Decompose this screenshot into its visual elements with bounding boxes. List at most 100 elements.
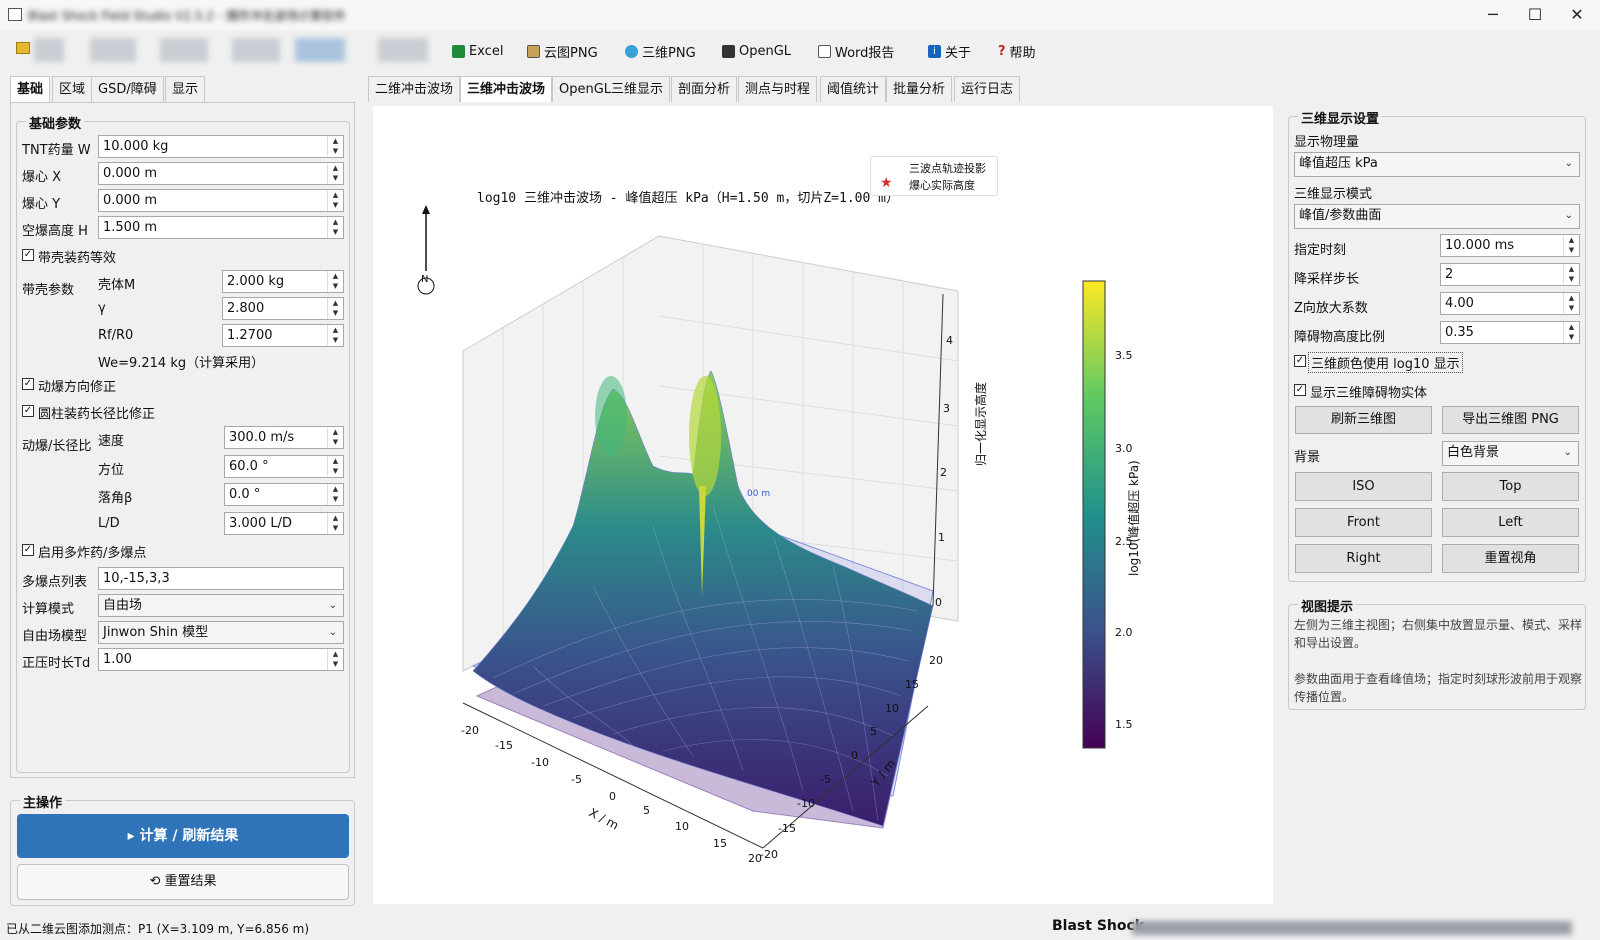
obstacle-ratio-label: 障碍物高度比例 <box>1294 330 1386 345</box>
spin-arrows-icon[interactable]: ▲ ▼ <box>327 325 343 346</box>
quantity-select[interactable]: 峰值超压 kPa ⌄ <box>1294 152 1580 177</box>
spin-arrows-icon[interactable]: ▲ ▼ <box>1563 264 1579 285</box>
tab-probe[interactable]: 测点与时程 <box>738 76 818 102</box>
spin-arrows-icon[interactable]: ▲ ▼ <box>327 649 343 670</box>
multi-list-input[interactable]: 10,-15,3,3 <box>98 567 344 590</box>
view-left-button[interactable]: Left <box>1442 508 1579 537</box>
tab-3d-field[interactable]: 三维冲击波场 <box>460 76 553 102</box>
refresh-3d-button[interactable]: 刷新三维图 <box>1295 406 1432 434</box>
tab-log[interactable]: 运行日志 <box>954 76 1021 102</box>
toolbar-blurred-item[interactable] <box>90 38 136 62</box>
tab-display[interactable]: 显示 <box>165 76 206 102</box>
azimuth-input[interactable]: 60.0 ° ▲ ▼ <box>224 455 344 478</box>
obstacle-ratio-input[interactable]: 0.35 ▲ ▼ <box>1440 321 1580 344</box>
cloud-png-button[interactable]: 云图PNG <box>527 40 598 62</box>
spin-arrows-icon[interactable]: ▲ ▼ <box>327 190 343 211</box>
plot-canvas[interactable]: log10 三维冲击波场 - 峰值超压 kPa（H=1.50 m，切片Z=1.0… <box>373 106 1273 904</box>
folder-icon[interactable] <box>16 42 30 54</box>
toolbar-blurred-item[interactable] <box>378 38 428 62</box>
mode-select[interactable]: 峰值/参数曲面 ⌄ <box>1294 204 1580 229</box>
status-bar: 已从二维云图添加测点：P1 (X=3.109 m, Y=6.856 m) Bla… <box>0 915 1600 940</box>
spin-arrows-icon[interactable]: ▲ ▼ <box>327 456 343 477</box>
center-x-input[interactable]: 0.000 m ▲ ▼ <box>98 162 344 185</box>
opengl-button[interactable]: OpenGL <box>722 40 791 62</box>
tab-opengl-3d[interactable]: OpenGL三维显示 <box>552 76 671 102</box>
excel-button[interactable]: Excel <box>452 40 503 62</box>
spin-arrows-icon[interactable]: ▲ ▼ <box>327 163 343 184</box>
view-top-button[interactable]: Top <box>1442 472 1579 501</box>
tab-batch[interactable]: 批量分析 <box>886 76 953 102</box>
multi-checkbox[interactable]: ✓ <box>22 544 34 556</box>
spin-arrows-icon[interactable]: ▲ ▼ <box>327 136 343 157</box>
background-select[interactable]: 白色背景 ⌄ <box>1442 441 1579 466</box>
height-input[interactable]: 1.500 m ▲ ▼ <box>98 216 344 239</box>
view-right-button[interactable]: Right <box>1295 544 1432 573</box>
tab-region[interactable]: 区域 <box>52 76 93 102</box>
toolbar-blurred-item[interactable] <box>232 38 280 62</box>
step-input[interactable]: 2 ▲ ▼ <box>1440 263 1580 286</box>
log10-checkbox[interactable]: ✓ <box>1294 355 1306 367</box>
dyn-checkbox[interactable]: ✓ <box>22 378 34 390</box>
reset-result-button[interactable]: ⟲ 重置结果 <box>17 864 349 900</box>
td-input[interactable]: 1.00 ▲ ▼ <box>98 648 344 671</box>
spin-arrows-icon[interactable]: ▲ ▼ <box>327 513 343 534</box>
spin-arrows-icon[interactable]: ▲ ▼ <box>1563 322 1579 343</box>
reset-view-button[interactable]: 重置视角 <box>1442 544 1579 573</box>
solid-obstacle-checkbox[interactable]: ✓ <box>1294 384 1306 396</box>
fall-angle-input[interactable]: 0.0 ° ▲ ▼ <box>224 483 344 506</box>
minimize-icon[interactable]: ─ <box>1470 2 1516 28</box>
help-icon: ? <box>998 43 1006 59</box>
center-y-input[interactable]: 0.000 m ▲ ▼ <box>98 189 344 212</box>
spin-arrows-icon[interactable]: ▲ ▼ <box>327 484 343 505</box>
maximize-icon[interactable]: ☐ <box>1512 2 1558 28</box>
spin-arrows-icon[interactable]: ▲ ▼ <box>327 427 343 448</box>
cyl-checkbox[interactable]: ✓ <box>22 405 34 417</box>
colorbar-tick: 2.5 <box>1115 535 1133 548</box>
png3d-button[interactable]: 三维PNG <box>625 40 696 62</box>
view-front-button[interactable]: Front <box>1295 508 1432 537</box>
spin-arrows-icon[interactable]: ▲ ▼ <box>327 271 343 292</box>
tab-section[interactable]: 剖面分析 <box>671 76 738 102</box>
spin-arrows-icon[interactable]: ▲ ▼ <box>1563 235 1579 256</box>
tnt-input[interactable]: 10.000 kg ▲ ▼ <box>98 135 344 158</box>
time-input[interactable]: 10.000 ms ▲ ▼ <box>1440 234 1580 257</box>
gamma-input[interactable]: 2.800 ▲ ▼ <box>222 297 344 320</box>
tips-text-2: 参数曲面用于查看峰值场；指定时刻球形波前用于观察传播位置。 <box>1294 672 1583 704</box>
word-report-button[interactable]: Word报告 <box>818 40 894 62</box>
rf-input[interactable]: 1.2700 ▲ ▼ <box>222 324 344 347</box>
tab-2d-field[interactable]: 二维冲击波场 <box>368 76 461 102</box>
z-tick-label: 2 <box>940 466 947 479</box>
compute-button[interactable]: ▸ 计算 / 刷新结果 <box>17 814 349 858</box>
toolbar-blurred-item[interactable] <box>295 38 345 62</box>
shell-checkbox[interactable]: ✓ <box>22 249 34 261</box>
speed-input[interactable]: 300.0 m/s ▲ ▼ <box>224 426 344 449</box>
spin-arrows-icon[interactable]: ▲ ▼ <box>327 298 343 319</box>
free-model-select[interactable]: Jinwon Shin 模型 ⌄ <box>98 621 344 644</box>
about-button[interactable]: i 关于 <box>928 40 971 62</box>
tab-threshold[interactable]: 阈值统计 <box>820 76 887 102</box>
toolbar-blurred-item[interactable] <box>160 38 208 62</box>
shell-mass-input[interactable]: 2.000 kg ▲ ▼ <box>222 270 344 293</box>
view-iso-button[interactable]: ISO <box>1295 472 1432 501</box>
excel-icon <box>452 44 465 58</box>
ld-label: L/D <box>98 516 120 531</box>
shell-mass-label: 壳体M <box>98 278 136 293</box>
time-label: 指定时刻 <box>1294 243 1347 258</box>
calc-mode-select[interactable]: 自由场 ⌄ <box>98 594 344 617</box>
refresh-icon: ⟲ <box>149 874 165 889</box>
dyn-check-label: 动爆方向修正 <box>38 380 117 395</box>
tab-basic[interactable]: 基础 <box>10 76 51 102</box>
toolbar-blurred-item[interactable] <box>34 38 64 62</box>
x-tick-label: -5 <box>571 773 582 786</box>
tab-gsd-obstacle[interactable]: GSD/障碍 <box>91 76 164 102</box>
export-3d-png-button[interactable]: 导出三维图 PNG <box>1442 406 1579 434</box>
chevron-down-icon: ⌄ <box>1564 210 1573 221</box>
spin-arrows-icon[interactable]: ▲ ▼ <box>1563 293 1579 314</box>
help-button[interactable]: ? 帮助 <box>998 40 1036 62</box>
spin-arrows-icon[interactable]: ▲ ▼ <box>327 217 343 238</box>
window-title: Blast Shock Field Studio V2.5.2 - 爆炸冲击波场… <box>28 9 346 23</box>
ld-input[interactable]: 3.000 L/D ▲ ▼ <box>224 512 344 535</box>
close-icon[interactable]: ✕ <box>1554 2 1600 28</box>
zscale-input[interactable]: 4.00 ▲ ▼ <box>1440 292 1580 315</box>
tips-title: 视图提示 <box>1298 596 1357 615</box>
